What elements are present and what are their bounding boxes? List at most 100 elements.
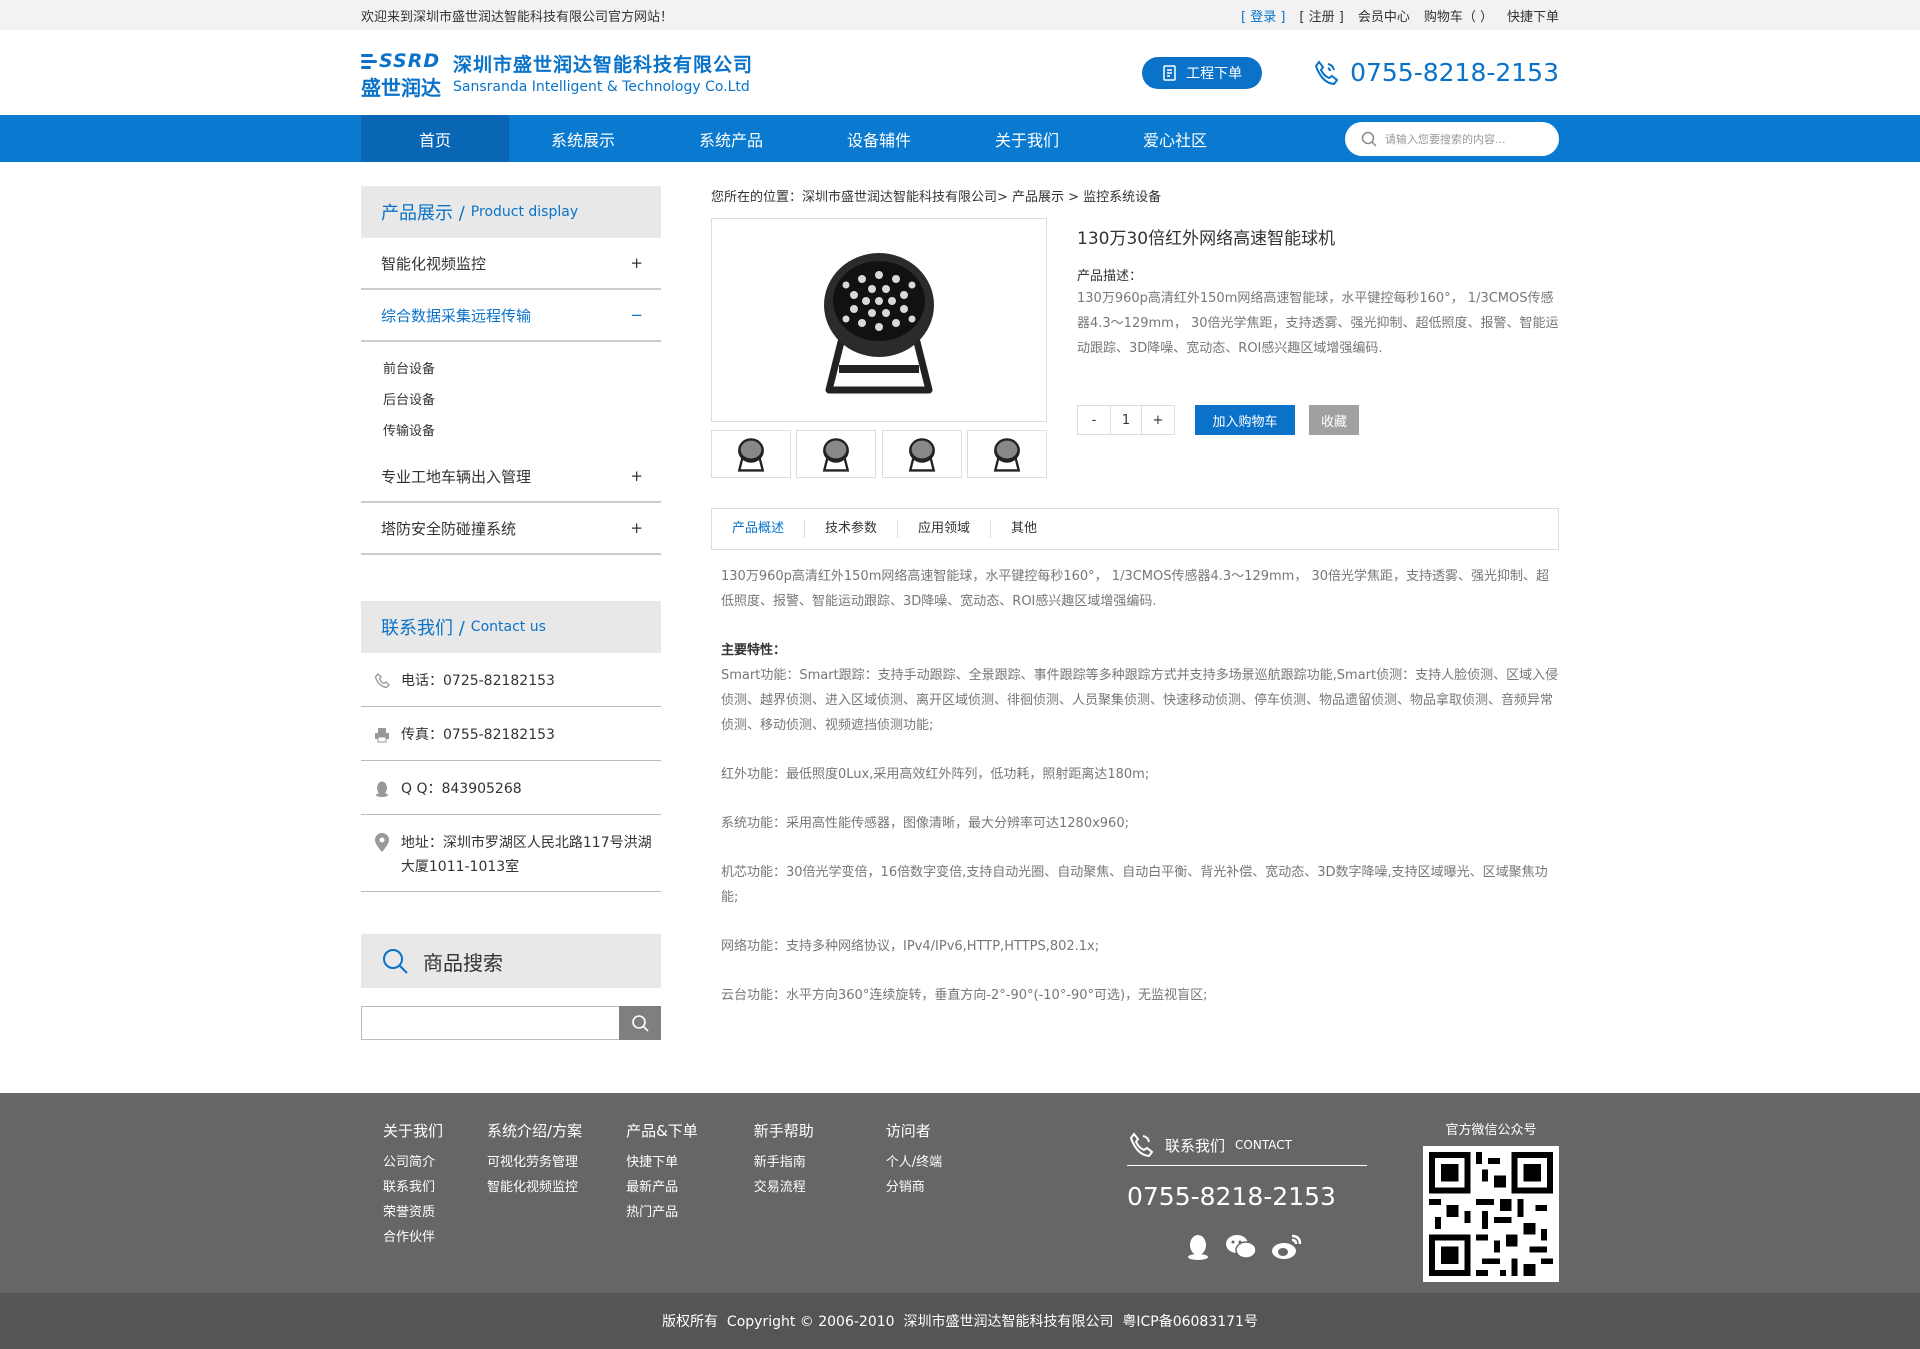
- phone-icon: [1129, 1132, 1154, 1158]
- login-link[interactable]: [ 登录 ]: [1241, 6, 1285, 25]
- member-center-link[interactable]: 会员中心: [1358, 6, 1410, 25]
- footer-link[interactable]: 荣誉资质: [383, 1200, 443, 1225]
- wechat-icon[interactable]: [1225, 1233, 1257, 1261]
- quick-order-link[interactable]: 快捷下单: [1507, 6, 1559, 25]
- contact-qq: Q Q：843905268: [361, 761, 661, 815]
- telephone-icon: [373, 671, 391, 691]
- copyright-bar: 版权所有 Copyright © 2006-2010 深圳市盛世润达智能科技有限…: [0, 1293, 1920, 1349]
- register-link[interactable]: [ 注册 ]: [1299, 6, 1343, 25]
- nav-home[interactable]: 首页: [361, 115, 509, 162]
- category-data-transmission[interactable]: 综合数据采集远程传输 −: [361, 290, 661, 342]
- company-name-cn: 深圳市盛世润达智能科技有限公司: [453, 54, 754, 76]
- footer-link[interactable]: 快捷下单: [626, 1150, 698, 1175]
- expand-icon[interactable]: +: [630, 519, 643, 537]
- subcategory-transmission[interactable]: 传输设备: [383, 414, 661, 445]
- expand-icon[interactable]: +: [630, 467, 643, 485]
- footer-link[interactable]: 可视化劳务管理: [487, 1150, 582, 1175]
- product-desc-label: 产品描述：: [1077, 269, 1143, 284]
- qq-icon[interactable]: [1185, 1233, 1211, 1261]
- footer-link[interactable]: 合作伙伴: [383, 1225, 443, 1250]
- nav-community[interactable]: 爱心社区: [1101, 115, 1249, 162]
- product-content: 您所在的位置：深圳市盛世润达智能科技有限公司> 产品展示 > 监控系统设备 13…: [711, 186, 1559, 1032]
- footer-link[interactable]: 个人/终端: [886, 1150, 942, 1175]
- feature-network: 网络功能：支持多种网络协议，IPv4/IPv6,HTTP,HTTPS,802.1…: [721, 939, 1100, 954]
- expand-icon[interactable]: +: [630, 254, 643, 272]
- product-thumbnail[interactable]: [796, 430, 877, 478]
- contact-address: 地址：深圳市罗湖区人民北路117号洪湖大厦1011-1013室: [361, 815, 661, 892]
- footer-link[interactable]: 最新产品: [626, 1175, 698, 1200]
- thumbnail-strip: [711, 430, 1047, 478]
- project-order-button[interactable]: 工程下单: [1142, 56, 1263, 89]
- overview-text: 130万960p高清红外150m网络高速智能球，水平键控每秒160°， 1/3C…: [721, 569, 1549, 609]
- product-main-image[interactable]: [711, 218, 1047, 422]
- category-tower-anticollision[interactable]: 塔防安全防碰撞系统 +: [361, 503, 661, 555]
- product-display-heading: 产品展示 / Product display: [361, 186, 661, 238]
- nav-search-input[interactable]: 请输入您要搜索的内容...: [1345, 121, 1559, 156]
- footer-contact: 联系我们 CONTACT 0755-8218-2153: [1127, 1119, 1367, 1282]
- feature-system: 系统功能：采用高性能传感器，图像清晰，最大分辨率可达1280x960;: [721, 816, 1129, 831]
- order-icon: [1163, 64, 1176, 81]
- qty-input[interactable]: 1: [1110, 406, 1142, 434]
- top-links: [ 登录 ] [ 注册 ] 会员中心 购物车（ ） 快捷下单: [1241, 6, 1559, 25]
- footer-link[interactable]: 热门产品: [626, 1200, 698, 1225]
- qr-code-image: [1423, 1146, 1559, 1282]
- product-info: 130万30倍红外网络高速智能球机 产品描述： 130万960p高清红外150m…: [1077, 218, 1559, 478]
- nav-system-products[interactable]: 系统产品: [657, 115, 805, 162]
- tab-applications[interactable]: 应用领域: [898, 520, 992, 538]
- product-description: 130万960p高清红外150m网络高速智能球，水平键控每秒160°， 1/3C…: [1077, 291, 1559, 356]
- contact-heading: 联系我们 / Contact us: [361, 601, 661, 653]
- nav-system-display[interactable]: 系统展示: [509, 115, 657, 162]
- footer-col-systems: 系统介绍/方案 可视化劳务管理 智能化视频监控: [487, 1119, 582, 1282]
- welcome-text: 欢迎来到深圳市盛世润达智能科技有限公司官方网站！: [361, 9, 674, 25]
- copyright-text: 版权所有 Copyright © 2006-2010 深圳市盛世润达智能科技有限…: [662, 1314, 1258, 1330]
- footer-link[interactable]: 新手指南: [754, 1150, 814, 1175]
- footer-link[interactable]: 智能化视频监控: [487, 1175, 582, 1200]
- printer-icon: [373, 725, 391, 745]
- cart-link[interactable]: 购物车（ ）: [1424, 6, 1493, 25]
- top-bar: 欢迎来到深圳市盛世润达智能科技有限公司官方网站！ [ 登录 ] [ 注册 ] 会…: [0, 0, 1920, 30]
- search-icon[interactable]: [1361, 131, 1377, 147]
- product-overview: 130万960p高清红外150m网络高速智能球，水平键控每秒160°， 1/3C…: [711, 550, 1559, 1008]
- subcategory-front-end[interactable]: 前台设备: [383, 352, 661, 383]
- subcategory-back-end[interactable]: 后台设备: [383, 383, 661, 414]
- product-thumbnail[interactable]: [881, 430, 962, 478]
- add-to-cart-button[interactable]: 加入购物车: [1195, 405, 1295, 435]
- tab-overview[interactable]: 产品概述: [712, 520, 806, 538]
- favorite-button[interactable]: 收藏: [1309, 405, 1359, 435]
- features-label: 主要特性：: [721, 643, 787, 658]
- sidebar: 产品展示 / Product display 智能化视频监控 + 综合数据采集远…: [361, 186, 661, 1040]
- footer-link[interactable]: 公司简介: [383, 1150, 443, 1175]
- product-search-input[interactable]: [361, 1006, 619, 1040]
- subcategory-list: 前台设备 后台设备 传输设备: [361, 342, 661, 451]
- wechat-qr: 官方微信公众号: [1423, 1119, 1559, 1282]
- product-search-button[interactable]: [619, 1006, 661, 1040]
- footer-link[interactable]: 分销商: [886, 1175, 942, 1200]
- logo[interactable]: SSRD 盛世润达 深圳市盛世润达智能科技有限公司 Sansranda Inte…: [361, 50, 754, 100]
- main-nav: 首页 系统展示 系统产品 设备辅件 关于我们 爱心社区 请输入您要搜索的内容..…: [0, 115, 1920, 162]
- purchase-controls: - 1 + 加入购物车 收藏: [1077, 405, 1559, 435]
- footer-col-visitors: 访问者 个人/终端 分销商: [886, 1119, 942, 1282]
- category-vehicle-access[interactable]: 专业工地车辆出入管理 +: [361, 451, 661, 503]
- nav-about[interactable]: 关于我们: [953, 115, 1101, 162]
- product-thumbnail[interactable]: [711, 430, 791, 478]
- category-video-surveillance[interactable]: 智能化视频监控 +: [361, 238, 661, 290]
- header: SSRD 盛世润达 深圳市盛世润达智能科技有限公司 Sansranda Inte…: [0, 30, 1920, 115]
- qty-decrease-button[interactable]: -: [1078, 406, 1110, 434]
- search-icon: [632, 1015, 649, 1032]
- footer-link[interactable]: 联系我们: [383, 1175, 443, 1200]
- product-thumbnail[interactable]: [966, 430, 1047, 478]
- product-summary: 130万30倍红外网络高速智能球机 产品描述： 130万960p高清红外150m…: [711, 218, 1559, 478]
- product-gallery: [711, 218, 1047, 478]
- weibo-icon[interactable]: [1271, 1233, 1303, 1261]
- product-title: 130万30倍红外网络高速智能球机: [1077, 229, 1336, 249]
- tab-specs[interactable]: 技术参数: [805, 520, 899, 538]
- feature-movement: 机芯功能：30倍光学变倍，16倍数字变倍,支持自动光圈、自动聚焦、自动白平衡、背…: [721, 865, 1548, 905]
- footer-link[interactable]: 交易流程: [754, 1175, 814, 1200]
- qty-increase-button[interactable]: +: [1142, 406, 1174, 434]
- tab-other[interactable]: 其他: [991, 520, 1057, 538]
- company-name-en: Sansranda Intelligent & Technology Co.Lt…: [453, 79, 750, 95]
- product-search-heading: 商品搜索: [361, 934, 661, 988]
- collapse-icon[interactable]: −: [630, 306, 643, 324]
- nav-accessories[interactable]: 设备辅件: [805, 115, 953, 162]
- footer: 关于我们 公司简介 联系我们 荣誉资质 合作伙伴 系统介绍/方案 可视化劳务管理…: [0, 1093, 1920, 1349]
